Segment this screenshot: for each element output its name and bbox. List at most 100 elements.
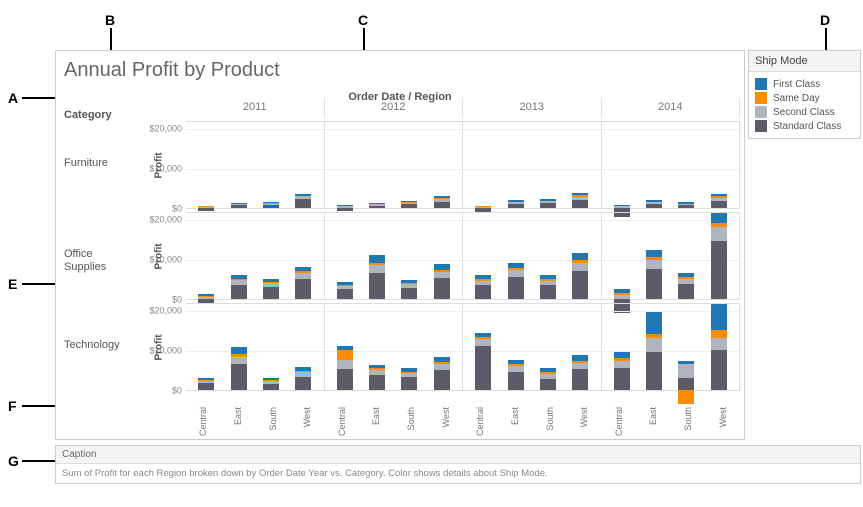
bar-segment xyxy=(263,384,279,390)
panel-row: $0$10,000$20,000 xyxy=(186,303,740,391)
y-tick: $20,000 xyxy=(142,307,182,316)
year-header[interactable]: 2014 xyxy=(602,99,741,117)
bar-stack[interactable] xyxy=(198,206,214,208)
caption-label: Caption xyxy=(56,446,860,464)
bar-stack[interactable] xyxy=(198,294,214,299)
bar-segment xyxy=(401,204,417,208)
bar-stack[interactable] xyxy=(646,250,662,299)
bar-stack[interactable] xyxy=(475,206,491,208)
bar-stack[interactable] xyxy=(434,264,450,299)
category-row-label[interactable]: Furniture xyxy=(64,157,124,170)
bar-segment xyxy=(646,204,662,208)
bar-stack[interactable] xyxy=(572,355,588,390)
bar-segment xyxy=(572,369,588,390)
bar-stack[interactable] xyxy=(508,200,524,208)
bar-stack[interactable] xyxy=(337,282,353,299)
bar-stack[interactable] xyxy=(198,378,214,390)
callout-c: C xyxy=(358,12,368,28)
bar-stack[interactable] xyxy=(263,279,279,299)
legend-title: Ship Mode xyxy=(749,51,860,72)
bar-segment-neg xyxy=(198,208,214,211)
chart-cell xyxy=(325,304,464,390)
bar-stack[interactable] xyxy=(711,194,727,208)
worksheet-view[interactable]: Annual Profit by Product Order Date / Re… xyxy=(55,50,745,440)
bar-stack[interactable] xyxy=(369,365,385,390)
bar-stack[interactable] xyxy=(263,378,279,390)
bar-stack[interactable] xyxy=(614,352,630,390)
bar-stack[interactable] xyxy=(401,280,417,299)
bar-stack[interactable] xyxy=(295,194,311,208)
bar-stack[interactable] xyxy=(337,346,353,390)
plot-area: 2011201220132014 $0$10,000$20,000$0$10,0… xyxy=(186,103,740,389)
chart-cell xyxy=(325,213,464,299)
bar-segment xyxy=(337,350,353,360)
region-label[interactable]: West xyxy=(703,407,743,421)
row-field-header[interactable]: Category xyxy=(64,109,112,121)
bar-stack[interactable] xyxy=(401,201,417,208)
bar-stack[interactable] xyxy=(711,213,727,299)
bar-segment xyxy=(369,206,385,208)
chart-cell xyxy=(602,122,741,208)
legend-item[interactable]: First Class xyxy=(755,78,854,90)
bar-stack[interactable] xyxy=(231,347,247,390)
bar-stack[interactable] xyxy=(369,255,385,299)
year-header[interactable]: 2011 xyxy=(186,99,325,117)
legend-item[interactable]: Standard Class xyxy=(755,120,854,132)
bar-segment xyxy=(508,204,524,208)
bar-stack[interactable] xyxy=(614,289,630,299)
bar-stack[interactable] xyxy=(295,367,311,390)
bar-stack[interactable] xyxy=(475,333,491,390)
callout-d: D xyxy=(820,12,830,28)
bar-stack[interactable] xyxy=(508,263,524,299)
bar-stack[interactable] xyxy=(540,275,556,299)
chart-cell xyxy=(602,304,741,390)
year-header[interactable]: 2012 xyxy=(325,99,464,117)
bar-stack[interactable] xyxy=(614,205,630,208)
bar-stack[interactable] xyxy=(231,275,247,299)
y-axis-title: Profit xyxy=(154,152,165,178)
category-row-label[interactable]: Office Supplies xyxy=(64,248,124,274)
bar-stack[interactable] xyxy=(646,200,662,208)
panel-row: $0$10,000$20,000 xyxy=(186,212,740,300)
bar-segment xyxy=(711,304,727,330)
legend-item[interactable]: Same Day xyxy=(755,92,854,104)
year-header[interactable]: 2013 xyxy=(463,99,602,117)
bar-stack[interactable] xyxy=(540,368,556,390)
bar-stack[interactable] xyxy=(711,304,727,390)
bar-stack[interactable] xyxy=(646,312,662,390)
bar-stack[interactable] xyxy=(263,202,279,208)
legend-swatch xyxy=(755,92,767,104)
bar-segment xyxy=(572,200,588,208)
bar-stack[interactable] xyxy=(678,361,694,390)
bar-segment xyxy=(678,364,694,378)
bar-segment xyxy=(678,378,694,390)
legend-item[interactable]: Second Class xyxy=(755,106,854,118)
bar-segment xyxy=(369,375,385,390)
caption-box[interactable]: Caption Sum of Profit for each Region br… xyxy=(55,445,861,484)
bar-stack[interactable] xyxy=(434,357,450,390)
bar-segment xyxy=(475,346,491,390)
bar-stack[interactable] xyxy=(678,273,694,299)
bar-stack[interactable] xyxy=(475,275,491,299)
bar-stack[interactable] xyxy=(434,196,450,208)
bar-stack[interactable] xyxy=(369,203,385,208)
region-label[interactable]: East xyxy=(495,407,535,421)
bar-stack[interactable] xyxy=(678,202,694,208)
bar-stack[interactable] xyxy=(508,360,524,390)
bar-segment xyxy=(711,227,727,241)
bar-stack[interactable] xyxy=(401,368,417,390)
bar-stack[interactable] xyxy=(231,203,247,208)
bar-segment xyxy=(646,312,662,334)
bar-segment xyxy=(434,202,450,208)
category-row-label[interactable]: Technology xyxy=(64,339,124,352)
bar-stack[interactable] xyxy=(337,205,353,208)
region-label[interactable]: East xyxy=(218,407,258,421)
bar-stack[interactable] xyxy=(295,267,311,299)
bar-stack[interactable] xyxy=(540,199,556,208)
callout-a: A xyxy=(8,90,18,106)
bar-stack[interactable] xyxy=(572,193,588,208)
bar-segment xyxy=(540,379,556,390)
color-legend[interactable]: Ship Mode First Class Same Day Second Clas… xyxy=(748,50,861,139)
bar-stack[interactable] xyxy=(572,253,588,299)
year-header-row: 2011201220132014 xyxy=(186,99,740,117)
